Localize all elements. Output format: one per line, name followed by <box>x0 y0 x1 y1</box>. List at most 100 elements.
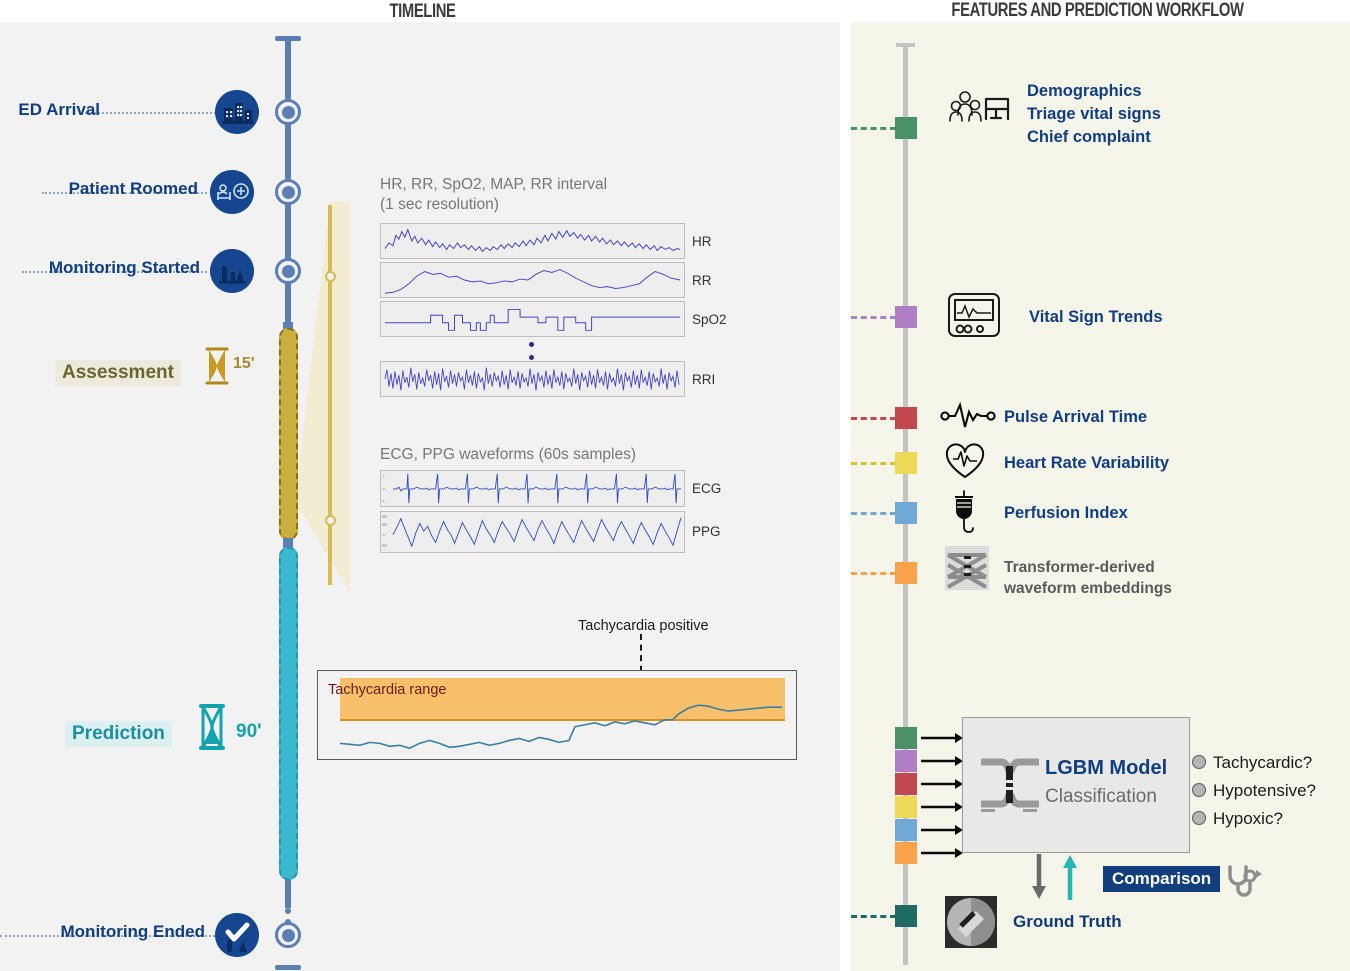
svg-text:500: 500 <box>382 515 387 519</box>
waveform-chart-group: ECG, PPG waveforms (60s samples) <box>380 446 636 464</box>
model-glyph-icon <box>981 758 1039 812</box>
model-output-dot-hypotensive <box>1192 783 1206 797</box>
svg-text:1: 1 <box>383 475 385 479</box>
model-input-swatch-transformer[interactable] <box>895 842 917 864</box>
assessment-hourglass-icon <box>205 347 229 385</box>
tachycardia-chart: Tachycardia range <box>317 670 797 760</box>
transformer-network-icon <box>944 545 990 596</box>
prediction-phase-bar <box>279 547 298 880</box>
features-panel-title: FEATURES AND PREDICTION WORKFLOW <box>951 0 1244 21</box>
prediction-hourglass-icon <box>199 704 225 750</box>
svg-text:-1: -1 <box>382 499 385 503</box>
lgbm-model-name: LGBM Model <box>1045 757 1168 779</box>
people-stretcher-icon <box>944 84 1012 145</box>
feature-dash-vital-trends <box>851 316 896 319</box>
svg-text:500: 500 <box>382 522 387 526</box>
model-input-swatch-pulse-arrival[interactable] <box>895 773 917 795</box>
feature-swatch-demographics[interactable] <box>895 117 917 139</box>
ground-truth-dash <box>851 915 896 918</box>
model-input-swatch-vital-trends[interactable] <box>895 750 917 772</box>
check-circle-icon <box>215 913 259 957</box>
svg-text:0: 0 <box>383 487 385 491</box>
hospital-building-icon <box>215 90 259 134</box>
model-input-swatch-demographics[interactable] <box>895 727 917 749</box>
callout-dot-top <box>325 271 336 282</box>
feature-label-perfusion: Perfusion Index <box>1004 504 1128 522</box>
tachycardia-hr-trend <box>339 704 783 750</box>
waveform-trace-label-ppg: PPG <box>692 524 721 539</box>
callout-axis <box>328 205 332 585</box>
feature-label-line-0: Demographics <box>1027 82 1142 100</box>
svg-text:0: 0 <box>383 533 385 537</box>
vitals-trace-rri <box>380 361 685 397</box>
feature-swatch-transformer[interactable] <box>895 562 917 584</box>
waveform-trace-label-ecg: ECG <box>692 481 722 496</box>
feature-swatch-perfusion[interactable] <box>895 502 917 524</box>
feature-label-transformer-line-0: Transformer-derived <box>1004 559 1155 576</box>
feature-dash-pulse-arrival <box>851 417 896 420</box>
prediction-phase-chip: Prediction <box>65 721 172 747</box>
assessment-phase-chip: Assessment <box>55 360 181 386</box>
timeline-panel: ED Arrival Patient Roomed Monitoring Sta… <box>0 22 840 971</box>
feature-label-pulse-arrival: Pulse Arrival Time <box>1004 408 1148 426</box>
vitals-trace-label-rr: RR <box>692 273 712 288</box>
vitals-chart-group: HR, RR, SpO2, MAP, RR interval (1 sec re… <box>380 176 607 214</box>
model-output-label-tachycardic: Tachycardic? <box>1213 753 1313 772</box>
ground-truth-label: Ground Truth <box>1013 912 1122 931</box>
milestone-label-monitoring-started: Monitoring Started <box>48 258 200 277</box>
waveform-heading-dark: (60s samples) <box>538 446 636 463</box>
prediction-down-arrow <box>1032 854 1046 899</box>
feature-swatch-pulse-arrival[interactable] <box>895 407 917 429</box>
feature-label-transformer: Transformer-derived waveform embeddings <box>1004 557 1172 600</box>
feature-label-demographics: Demographics Triage vital signs Chief co… <box>1027 80 1161 148</box>
timeline-panel-title: TIMELINE <box>389 1 456 22</box>
waveform-trace-ppg: 500 500 0 -500 <box>380 511 685 553</box>
model-output-dot-tachycardic <box>1192 755 1206 769</box>
milestone-label-monitoring-ended: Monitoring Ended <box>60 922 205 941</box>
monitor-equipment-icon <box>210 249 254 293</box>
prediction-duration: 90' <box>236 721 262 742</box>
feature-label-transformer-line-1: waveform embeddings <box>1004 580 1172 598</box>
patient-bed-icon <box>210 170 254 214</box>
milestone-node-patient-roomed[interactable] <box>275 179 301 205</box>
vitals-trace-label-spo2: SpO2 <box>692 312 727 327</box>
callout-dot-bottom <box>325 515 336 526</box>
milestone-node-monitoring-ended[interactable] <box>275 922 301 948</box>
feature-dash-hrv <box>851 462 896 465</box>
callout-funnel <box>295 202 350 592</box>
model-input-swatch-perfusion[interactable] <box>895 819 917 841</box>
vitals-trace-label-rri: RRI <box>692 372 716 387</box>
milestone-label-ed-arrival: ED Arrival <box>18 100 100 119</box>
stethoscope-icon <box>1228 865 1262 897</box>
model-output-label-hypoxic: Hypoxic? <box>1213 809 1283 828</box>
milestone-node-monitoring-started[interactable] <box>275 258 301 284</box>
feature-swatch-vital-trends[interactable] <box>895 306 917 328</box>
assessment-duration: 15' <box>233 355 255 372</box>
vital-monitor-icon <box>946 291 1004 344</box>
feature-label-line-1: Triage vital signs <box>1027 104 1161 123</box>
feature-label-line-2: Chief complaint <box>1027 127 1151 146</box>
lgbm-model-subtitle: Classification <box>1045 786 1157 807</box>
pulse-wave-icon <box>940 400 996 437</box>
vitals-trace-rr <box>380 262 685 298</box>
ground-truth-swatch[interactable] <box>895 905 917 927</box>
heart-pulse-icon <box>944 443 986 486</box>
feature-dash-demographics <box>851 127 896 130</box>
vitals-heading-dark: (1 sec resolution) <box>380 196 499 213</box>
feature-dash-perfusion <box>851 512 896 515</box>
feature-dash-transformer <box>851 572 896 575</box>
waveform-heading-grey: ECG, PPG waveforms <box>380 446 535 463</box>
vitals-trace-hr <box>380 223 685 259</box>
model-input-arrows <box>921 733 963 858</box>
comparison-badge: Comparison <box>1103 866 1221 892</box>
vitals-heading-grey: HR, RR, SpO2, MAP, RR interval <box>380 176 608 193</box>
milestone-node-ed-arrival[interactable] <box>275 99 301 125</box>
model-output-label-hypotensive: Hypotensive? <box>1213 781 1317 800</box>
model-output-dot-hypoxic <box>1192 811 1206 825</box>
ground-truth-icon <box>945 896 997 948</box>
timeline-spine-cap-bottom <box>275 965 301 970</box>
assessment-phase-bar <box>279 328 298 540</box>
vitals-trace-spo2 <box>380 301 685 337</box>
feature-swatch-hrv[interactable] <box>895 452 917 474</box>
model-input-swatch-hrv[interactable] <box>895 796 917 818</box>
